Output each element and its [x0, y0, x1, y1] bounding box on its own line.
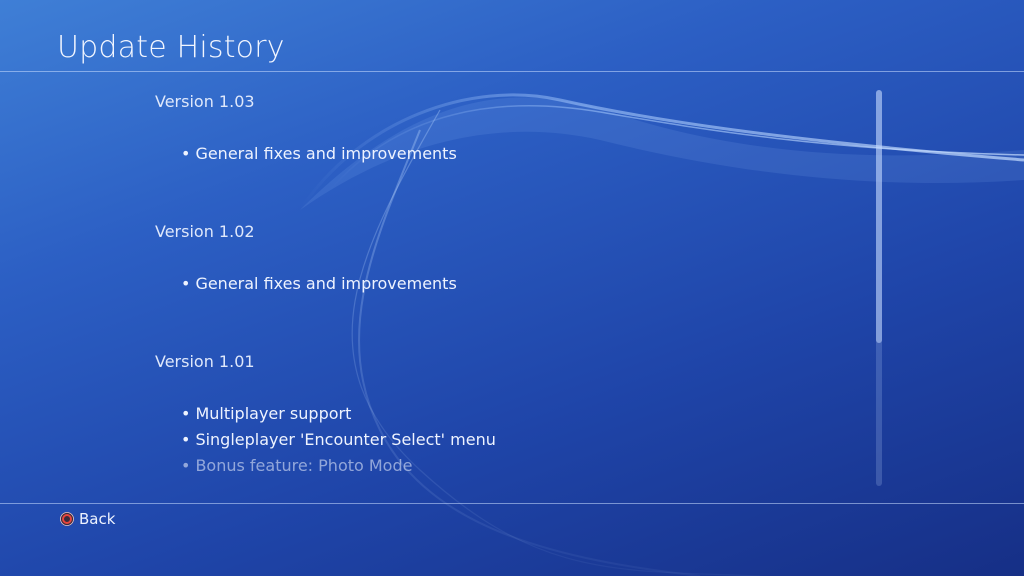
- update-history-list[interactable]: Version 1.03 • General fixes and improvem…: [0, 72, 1024, 502]
- version-heading: Version 1.03: [155, 92, 255, 111]
- page-title: Update History: [57, 30, 285, 65]
- bullet-icon: •: [181, 456, 191, 475]
- release-note-text: Bonus feature: Photo Mode: [195, 456, 413, 475]
- bullet-icon: •: [181, 274, 191, 293]
- bullet-icon: •: [181, 144, 191, 163]
- release-note-text: Singleplayer 'Encounter Select' menu: [195, 430, 496, 449]
- bullet-icon: •: [181, 404, 191, 423]
- release-note-text: Multiplayer support: [195, 404, 352, 423]
- bullet-icon: •: [181, 430, 191, 449]
- footer-divider: [0, 503, 1024, 504]
- scrollbar[interactable]: [876, 90, 882, 486]
- release-note-item: • Multiplayer support: [181, 404, 351, 423]
- release-note-item: • Singleplayer 'Encounter Select' menu: [181, 430, 496, 449]
- release-note-item: • General fixes and improvements: [181, 274, 457, 293]
- scrollbar-thumb[interactable]: [876, 90, 882, 344]
- version-heading: Version 1.01: [155, 352, 255, 371]
- version-heading: Version 1.02: [155, 222, 255, 241]
- back-button[interactable]: Back: [60, 510, 115, 528]
- circle-button-icon: [60, 512, 74, 526]
- back-label: Back: [79, 510, 116, 528]
- release-note-item: • General fixes and improvements: [181, 144, 457, 163]
- release-note-item: • Bonus feature: Photo Mode: [181, 456, 412, 475]
- release-note-text: General fixes and improvements: [195, 274, 457, 293]
- release-note-text: General fixes and improvements: [195, 144, 457, 163]
